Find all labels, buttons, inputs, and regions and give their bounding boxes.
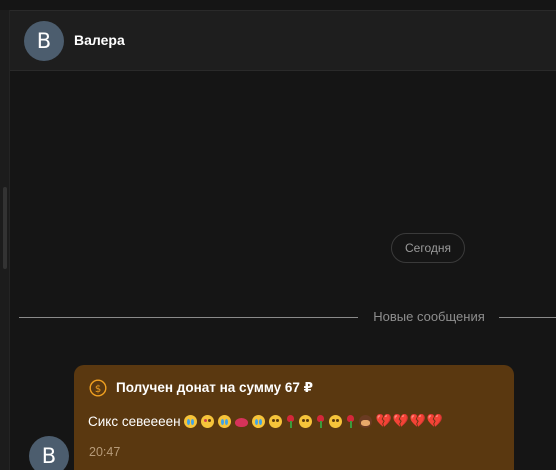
rose-icon bbox=[346, 414, 355, 428]
new-messages-label: Новые сообщения bbox=[373, 309, 485, 324]
heart-eyes-face-icon bbox=[298, 414, 312, 428]
message-area: Сегодня Новые сообщения В $ Получен дона… bbox=[10, 71, 556, 470]
heart-eyes-face-icon bbox=[268, 414, 282, 428]
chat-list-edge bbox=[0, 10, 10, 470]
scrollbar[interactable] bbox=[3, 187, 7, 269]
chat-window: В Валера Сегодня Новые сообщения В $ Пол… bbox=[0, 0, 556, 470]
kiss-mark-icon bbox=[234, 417, 248, 427]
broken-heart-icon: 💔 bbox=[392, 413, 409, 429]
face-blowing-kiss-icon bbox=[200, 414, 214, 428]
new-messages-line-right bbox=[499, 317, 556, 318]
donation-title: Получен донат на сумму 67 ₽ bbox=[116, 380, 314, 395]
message-text: Сикс севеееен bbox=[88, 413, 181, 429]
loudly-crying-face-icon bbox=[217, 414, 231, 428]
broken-heart-icon: 💔 bbox=[375, 413, 392, 429]
broken-heart-icon: 💔 bbox=[426, 413, 443, 429]
svg-text:$: $ bbox=[95, 384, 101, 395]
donation-message-bubble[interactable]: $ Получен донат на сумму 67 ₽ Сикс севее… bbox=[74, 365, 514, 470]
coin-icon: $ bbox=[89, 379, 107, 397]
loudly-crying-face-icon bbox=[251, 414, 265, 428]
chat-header[interactable]: В Валера bbox=[10, 10, 556, 71]
sender-avatar[interactable]: В bbox=[29, 436, 69, 470]
date-separator: Сегодня bbox=[391, 233, 465, 263]
contact-avatar[interactable]: В bbox=[24, 21, 64, 61]
new-messages-line-left bbox=[19, 317, 358, 318]
rose-icon bbox=[316, 414, 325, 428]
heart-eyes-face-icon bbox=[328, 414, 342, 428]
message-text-line: Сикс севеееен 💔 💔 💔 💔 bbox=[88, 412, 444, 430]
message-time: 20:47 bbox=[89, 445, 121, 459]
broken-heart-icon: 💔 bbox=[409, 413, 426, 429]
top-strip bbox=[0, 0, 556, 10]
shy-face-icon bbox=[358, 414, 372, 428]
rose-icon bbox=[286, 414, 295, 428]
contact-name[interactable]: Валера bbox=[74, 32, 125, 48]
loudly-crying-face-icon bbox=[183, 414, 197, 428]
